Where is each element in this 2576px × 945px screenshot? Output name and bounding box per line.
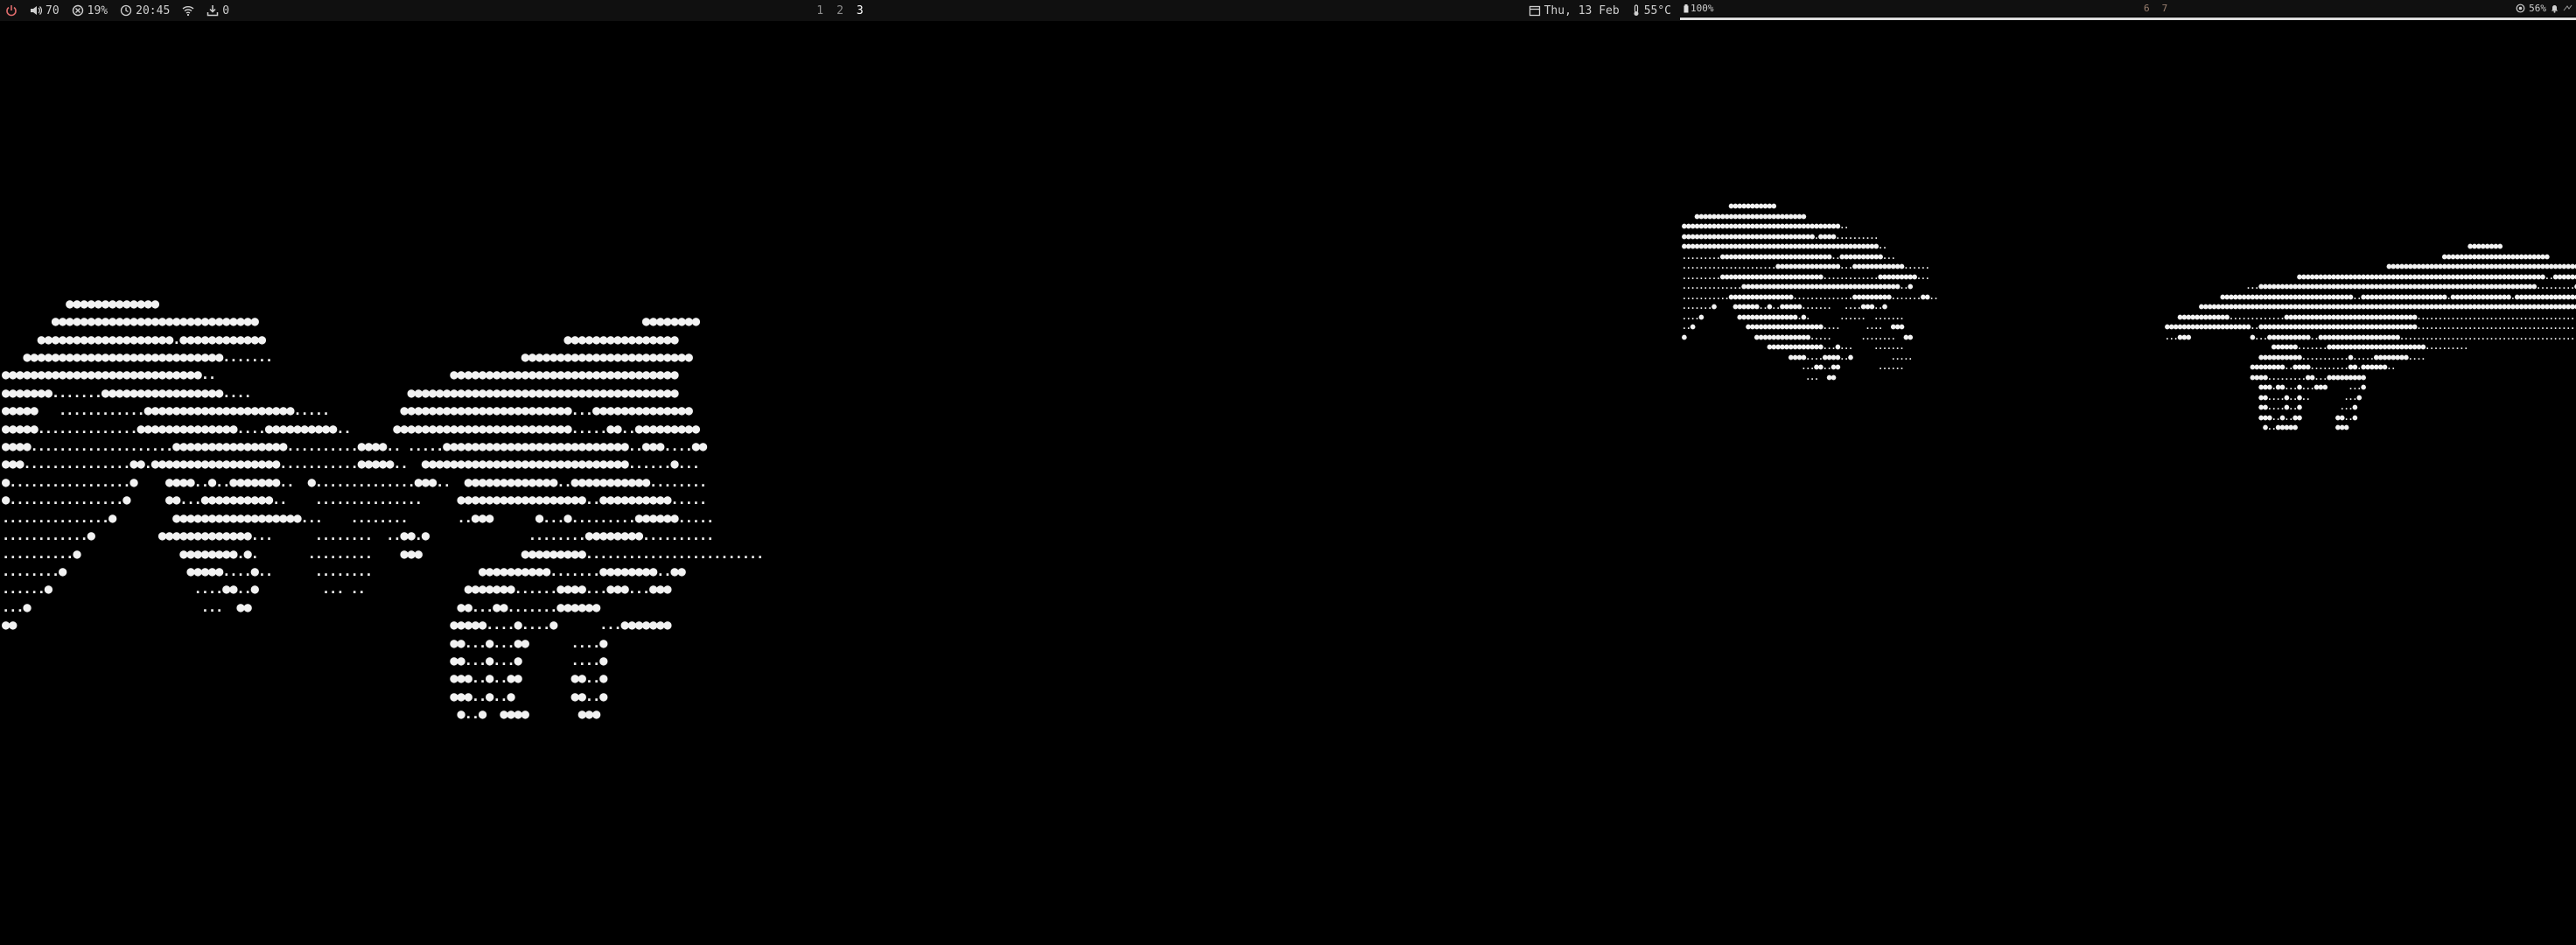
- battery-icon: [1684, 4, 1689, 13]
- workspace-6[interactable]: 6: [2144, 3, 2150, 14]
- date-value: Thu, 13 Feb: [1544, 4, 1620, 18]
- temperature-value: 55°C: [1643, 4, 1671, 18]
- wifi-icon: [182, 4, 194, 17]
- clock-icon: [120, 4, 132, 17]
- volume-module[interactable]: 70: [30, 4, 60, 18]
- ascii-art-right-monitor-right: ●●●●●●●● ●●●●●●●●●●●●●●●●●●●●●●●●● ●●●●●…: [2165, 242, 2576, 432]
- workspace-1[interactable]: 1: [816, 4, 823, 18]
- battery-module[interactable]: 100%: [1684, 3, 1714, 14]
- active-window-indicator: [1680, 18, 2576, 20]
- top-status-bar-left: 70 19% 20:45 0 1 2 3 Thu, 13 Feb 55°C: [0, 0, 1680, 21]
- ascii-art-left-monitor: ●●●●●●●●●●●●● ●●●●●●●●●●●●●●●●●●●●●●●●●●…: [2, 295, 764, 723]
- power-module[interactable]: [5, 4, 18, 17]
- battery-value: 100%: [1690, 3, 1714, 14]
- cpu-module[interactable]: 19%: [72, 4, 108, 18]
- volume-value: 70: [46, 4, 60, 18]
- updates-value: 0: [222, 4, 230, 18]
- download-icon: [206, 4, 219, 17]
- clock-module[interactable]: 20:45: [120, 4, 170, 18]
- thermometer-icon: [1632, 4, 1641, 17]
- volume-icon: [30, 4, 43, 17]
- calendar-icon: [1529, 4, 1541, 17]
- workspace-7[interactable]: 7: [2162, 3, 2168, 14]
- network-module[interactable]: [182, 4, 194, 17]
- date-module[interactable]: Thu, 13 Feb: [1529, 4, 1620, 18]
- updates-module[interactable]: 0: [206, 4, 229, 18]
- temperature-module[interactable]: 55°C: [1632, 4, 1671, 18]
- power-icon[interactable]: [5, 4, 18, 17]
- workspace-switcher-right: 6 7: [2144, 3, 2167, 14]
- memory-icon: [2516, 4, 2525, 13]
- clock-value: 20:45: [136, 4, 171, 18]
- status-glyph-icon: [2563, 4, 2572, 13]
- workspace-2[interactable]: 2: [836, 4, 844, 18]
- cpu-icon: [72, 4, 84, 17]
- memory-value: 56%: [2529, 3, 2546, 14]
- workspace-3[interactable]: 3: [857, 4, 864, 18]
- workspace-switcher: 1 2 3: [816, 4, 863, 18]
- cpu-value: 19%: [87, 4, 108, 18]
- ascii-art-right-monitor-left: ●●●●●●●●●●● ●●●●●●●●●●●●●●●●●●●●●●●●●● ●…: [1682, 201, 1938, 382]
- bell-icon[interactable]: [2550, 4, 2559, 13]
- top-status-bar-right: 100% 6 7 56%: [1680, 0, 2576, 17]
